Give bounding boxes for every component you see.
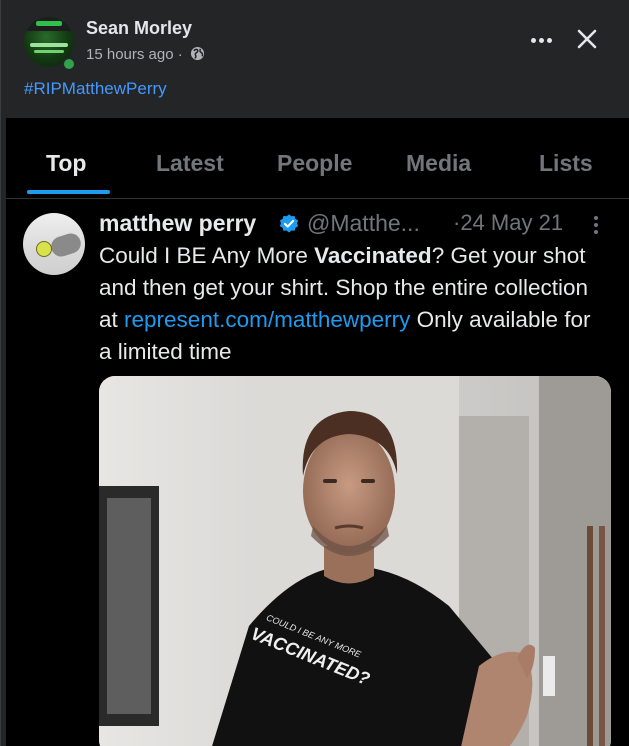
close-icon[interactable] [576, 28, 598, 50]
active-tab-indicator [27, 190, 110, 194]
dot [594, 230, 598, 234]
dot [531, 38, 536, 43]
tweet-photo[interactable]: COULD I BE ANY MORE VACCINATED? [99, 376, 611, 746]
shop-link[interactable]: represent.com/matthewperry [124, 307, 410, 332]
post-meta: 15 hours ago · [86, 46, 205, 65]
tab-media[interactable]: Media [406, 150, 471, 177]
tweet-bold-word: Vaccinated [314, 243, 432, 268]
tweet-more-icon[interactable] [594, 216, 600, 236]
globe-icon[interactable] [190, 46, 205, 65]
search-tabs: Top Latest People Media Lists [6, 118, 629, 199]
avatar-ball [36, 241, 52, 257]
meta-separator: · [177, 46, 183, 63]
dot [547, 38, 552, 43]
tweet-author-handle[interactable]: @Matthe... [307, 210, 420, 237]
tweet-author-name[interactable]: matthew perry [99, 210, 256, 237]
dot [594, 223, 598, 227]
avatar-arm [48, 230, 84, 260]
tab-latest[interactable]: Latest [156, 150, 224, 177]
post-timestamp[interactable]: 15 hours ago [86, 46, 174, 63]
dot [594, 216, 598, 220]
facebook-post: Sean Morley 15 hours ago · #RIPMatthewPe… [0, 0, 629, 746]
avatar-banner [36, 21, 62, 26]
author-name[interactable]: Sean Morley [86, 18, 192, 39]
tweet-text-part: Could I BE Any More [99, 243, 315, 268]
photo-illustration: COULD I BE ANY MORE VACCINATED? [99, 376, 611, 746]
twitter-screenshot: Top Latest People Media Lists matthew pe… [6, 118, 629, 746]
dot [539, 38, 544, 43]
tab-top[interactable]: Top [46, 150, 86, 177]
online-status-dot [62, 57, 76, 71]
more-dots-icon[interactable] [531, 38, 553, 44]
post-header: Sean Morley 15 hours ago · #RIPMatthewPe… [24, 15, 614, 105]
verified-badge-icon [278, 213, 300, 235]
tweet-text: Could I BE Any More Vaccinated? Get your… [99, 240, 609, 368]
avatar-logo-line [34, 50, 64, 53]
tweet-date[interactable]: ·24 May 21 [453, 210, 563, 236]
tab-lists[interactable]: Lists [539, 150, 593, 177]
tweet-author-avatar[interactable] [23, 213, 85, 275]
tab-people[interactable]: People [277, 150, 352, 177]
hashtag-link[interactable]: #RIPMatthewPerry [24, 79, 167, 99]
avatar-logo-line [30, 43, 68, 47]
